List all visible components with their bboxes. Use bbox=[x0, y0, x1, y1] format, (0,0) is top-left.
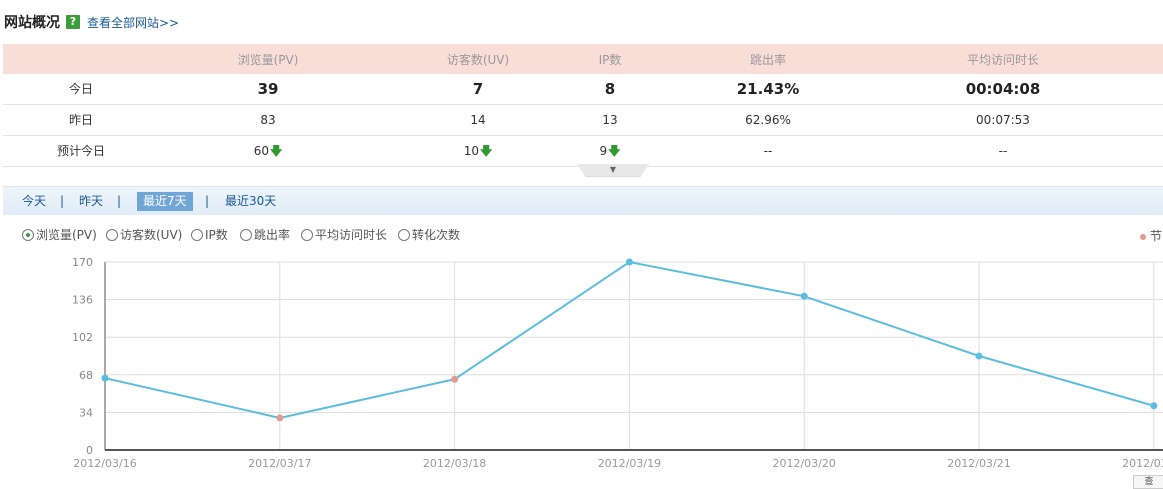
ip-value: 8 bbox=[604, 80, 616, 98]
y-tick-label: 34 bbox=[79, 406, 93, 419]
radio-icon bbox=[106, 228, 118, 241]
x-tick-label: 2012/03/16 bbox=[73, 457, 136, 470]
metric-option-pv[interactable]: 浏览量(PV) bbox=[22, 226, 97, 243]
ip-value: 13 bbox=[602, 113, 618, 127]
page-title: 网站概况 bbox=[4, 15, 60, 31]
data-point bbox=[975, 352, 983, 360]
tab-last-7-days[interactable]: 最近7天 bbox=[137, 192, 193, 211]
data-point bbox=[1150, 402, 1158, 410]
column-header-bounce-rate: 跳出率 bbox=[749, 53, 786, 67]
pv-value: 60 bbox=[253, 144, 269, 158]
metric-label: 跳出率 bbox=[254, 228, 291, 242]
data-point bbox=[800, 292, 808, 300]
x-tick-label: 2012/03/22 bbox=[1122, 457, 1163, 470]
uv-forecast-cell: 10🡇 bbox=[423, 136, 533, 166]
uv-value: 10 bbox=[463, 144, 479, 158]
tab-yesterday[interactable]: 昨天 bbox=[79, 192, 103, 211]
tab-separator: | bbox=[205, 194, 210, 208]
down-arrow-icon: 🡇 bbox=[269, 144, 283, 158]
metric-label: IP数 bbox=[205, 228, 228, 242]
y-tick-label: 68 bbox=[79, 369, 93, 382]
radio-icon bbox=[301, 228, 313, 241]
ip-value: 9 bbox=[599, 144, 608, 158]
table-row-yesterday: 昨日 83 14 13 62.96% 00:07:53 bbox=[3, 105, 1163, 136]
x-tick-label: 2012/03/17 bbox=[248, 457, 311, 470]
tab-last-30-days[interactable]: 最近30天 bbox=[225, 192, 276, 211]
column-header-ip: IP数 bbox=[598, 53, 622, 67]
down-arrow-icon: 🡇 bbox=[479, 144, 493, 158]
row-label: 预计今日 bbox=[56, 144, 105, 158]
view-all-sites-link[interactable]: 查看全部网站>> bbox=[87, 14, 179, 31]
tab-separator: | bbox=[117, 194, 122, 208]
data-point bbox=[625, 258, 633, 266]
radio-checked-icon bbox=[22, 228, 34, 241]
radio-icon bbox=[191, 228, 203, 241]
chart-legend: 节 bbox=[1140, 227, 1162, 244]
row-label: 今日 bbox=[68, 82, 93, 96]
data-point bbox=[276, 414, 284, 422]
legend-label: 节 bbox=[1150, 229, 1163, 243]
column-header-avg-duration: 平均访问时长 bbox=[966, 53, 1039, 67]
metric-label: 访客数(UV) bbox=[120, 228, 183, 242]
column-header-pv: 浏览量(PV) bbox=[237, 53, 299, 67]
table-row-forecast: 预计今日 60🡇 10🡇 9🡇 -- -- bbox=[3, 136, 1163, 167]
legend-dot-icon bbox=[1140, 233, 1146, 240]
x-tick-label: 2012/03/18 bbox=[423, 457, 486, 470]
page-header: 网站概况 ? 查看全部网站>> bbox=[4, 12, 179, 32]
radio-icon bbox=[398, 228, 410, 241]
y-tick-label: 170 bbox=[72, 256, 93, 269]
pv-value: 39 bbox=[257, 80, 279, 98]
uv-value: 14 bbox=[470, 113, 486, 127]
chevron-down-icon: ▼ bbox=[609, 165, 617, 174]
bounce-rate-value: 62.96% bbox=[745, 113, 791, 127]
metric-option-uv[interactable]: 访客数(UV) bbox=[106, 226, 182, 243]
pv-forecast-cell: 60🡇 bbox=[213, 136, 323, 166]
radio-icon bbox=[240, 228, 252, 241]
avg-duration-value: -- bbox=[998, 144, 1008, 158]
row-label: 昨日 bbox=[68, 113, 93, 127]
bounce-rate-value: -- bbox=[763, 144, 773, 158]
metric-label: 平均访问时长 bbox=[315, 228, 388, 242]
column-header-uv: 访客数(UV) bbox=[446, 53, 510, 67]
collapse-toggle-button[interactable]: ▼ bbox=[577, 164, 649, 177]
pv-line-chart: 0 34 68 102 136 170 2012/03/16 2012/03/17 2012/0… bbox=[72, 256, 1163, 470]
period-tab-bar: 今天 | 昨天 | 最近7天 | 最近30天 bbox=[3, 186, 1163, 215]
corner-button[interactable]: 查 bbox=[1133, 475, 1163, 489]
uv-value: 7 bbox=[472, 80, 484, 98]
metric-label: 转化次数 bbox=[412, 228, 461, 242]
data-point bbox=[451, 375, 459, 383]
tab-separator: | bbox=[60, 194, 65, 208]
table-row-today: 今日 39 7 8 21.43% 00:04:08 bbox=[3, 74, 1163, 105]
x-tick-label: 2012/03/21 bbox=[947, 457, 1010, 470]
bounce-rate-value: 21.43% bbox=[736, 80, 800, 98]
metric-option-conversions[interactable]: 转化次数 bbox=[398, 226, 460, 243]
metric-label: 浏览量(PV) bbox=[36, 228, 97, 242]
x-tick-label: 2012/03/20 bbox=[772, 457, 835, 470]
y-tick-label: 102 bbox=[72, 331, 93, 344]
y-tick-label: 136 bbox=[72, 294, 93, 307]
pv-value: 83 bbox=[260, 113, 276, 127]
avg-duration-value: 00:07:53 bbox=[976, 113, 1030, 127]
metric-option-avg-duration[interactable]: 平均访问时长 bbox=[301, 226, 387, 243]
summary-table: 浏览量(PV) 访客数(UV) IP数 跳出率 平均访问时长 今日 39 7 8… bbox=[3, 44, 1163, 167]
metric-option-ip[interactable]: IP数 bbox=[191, 226, 228, 243]
data-point bbox=[101, 374, 109, 382]
y-tick-label: 0 bbox=[86, 444, 93, 457]
metric-option-bounce-rate[interactable]: 跳出率 bbox=[240, 226, 290, 243]
down-arrow-icon: 🡇 bbox=[608, 144, 621, 158]
tab-today[interactable]: 今天 bbox=[22, 192, 46, 211]
ip-forecast-cell: 9🡇 bbox=[575, 136, 645, 166]
help-icon[interactable]: ? bbox=[66, 15, 80, 29]
summary-header-row: 浏览量(PV) 访客数(UV) IP数 跳出率 平均访问时长 bbox=[3, 44, 1163, 74]
avg-duration-value: 00:04:08 bbox=[965, 80, 1041, 98]
x-tick-label: 2012/03/19 bbox=[598, 457, 661, 470]
